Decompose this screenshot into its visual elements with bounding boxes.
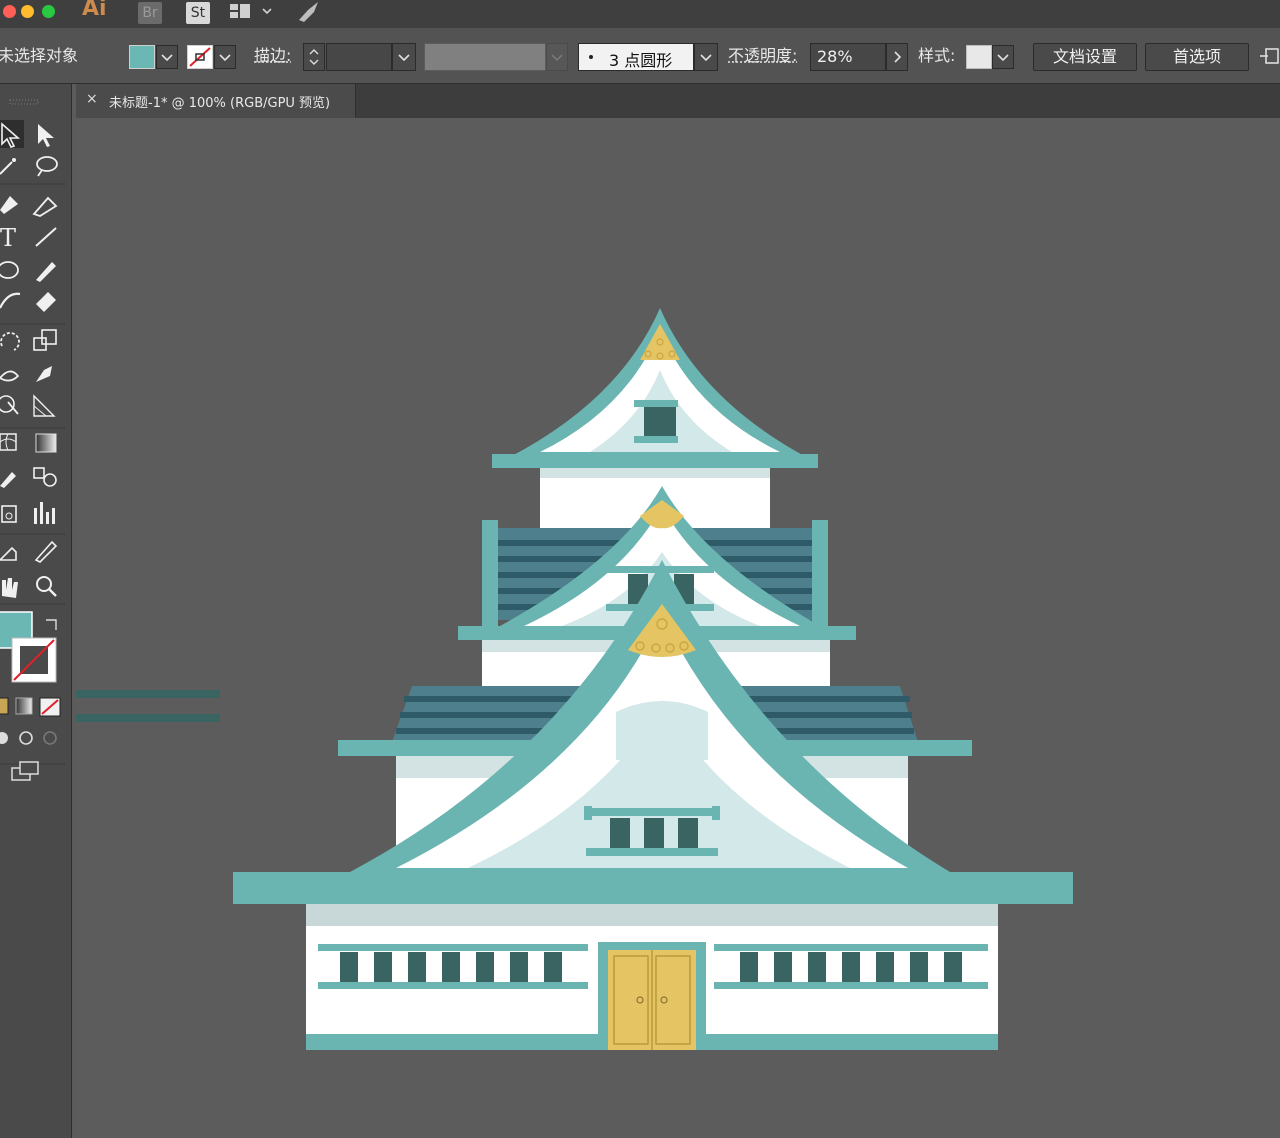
swap-fill-stroke-icon[interactable] [46,619,57,630]
tools-panel: T [0,84,72,1138]
stroke-weight-stepper[interactable] [303,43,325,71]
arrange-documents-icon[interactable] [1260,46,1280,68]
stepper-arrows-icon [309,49,319,65]
castle-illustration [76,308,1073,1050]
chevron-down-icon [551,54,563,62]
color-mode-color[interactable] [0,697,9,715]
ellipse-tool[interactable] [0,261,19,279]
symbol-sprayer-tool[interactable] [1,505,17,523]
chevron-down-icon [219,54,231,62]
document-tab[interactable]: × 未标题-1* @ 100% (RGB/GPU 预览) [76,84,356,118]
top-roof[interactable] [492,308,818,468]
graphic-style-swatch[interactable] [966,45,992,69]
fill-color-swatch[interactable] [129,45,155,69]
zoom-tool[interactable] [36,576,57,597]
shaper-tool[interactable] [0,292,21,309]
stroke-weight-field[interactable] [326,43,392,71]
preferences-button[interactable]: 首选项 [1145,43,1249,71]
stroke-weight-dropdown[interactable] [392,43,416,71]
color-mode-gradient[interactable] [15,697,33,715]
screen-mode-icon[interactable] [11,761,39,781]
fill-dropdown[interactable] [156,45,178,69]
castle-door[interactable] [598,942,706,1050]
brush-dot-icon [589,55,593,59]
ai-app-icon: Ai [82,0,107,21]
direct-selection-tool[interactable] [38,124,54,147]
selection-status: 未选择对象 [0,46,79,65]
blend-tool[interactable] [33,467,57,487]
stock-app-icon[interactable]: St [186,2,210,24]
lasso-tool[interactable] [36,156,58,177]
type-tool[interactable]: T [0,224,16,252]
column-graph-tool[interactable] [34,502,55,524]
stroke-color-swatch[interactable] [187,45,213,69]
eraser-tool[interactable] [36,292,56,312]
document-tab-bar: × 未标题-1* @ 100% (RGB/GPU 预览) [76,84,1280,118]
bridge-app-icon[interactable]: Br [138,2,162,24]
eyedropper-tool[interactable] [0,472,16,488]
artboard-tool[interactable] [0,546,17,561]
pen-tool[interactable] [0,196,18,214]
color-mode-buttons [0,697,61,717]
draw-normal-icon[interactable] [0,732,8,744]
svg-text:T: T [0,224,16,252]
scale-tool[interactable] [33,329,57,351]
variable-width-dropdown[interactable] [546,43,568,71]
slice-tool[interactable] [34,540,58,563]
style-label: 样式: [918,46,956,65]
draw-mode-buttons [0,731,57,745]
close-window-button[interactable] [3,5,16,18]
opacity-field[interactable]: 28% [810,43,886,71]
stock-app-label: St [190,5,206,21]
bridge-app-label: Br [142,5,158,21]
zoom-window-button[interactable] [42,5,55,18]
mesh-tool[interactable] [0,433,17,451]
gpu-performance-icon[interactable] [296,0,322,24]
stroke-dropdown[interactable] [214,45,236,69]
hand-tool[interactable] [2,578,18,598]
chevron-down-icon [997,54,1009,62]
stray-strokes[interactable] [76,690,220,722]
stroke-swatch-large[interactable] [11,637,57,683]
draw-behind-icon[interactable] [19,731,33,745]
perspective-grid-tool[interactable] [33,394,56,417]
puppet-warp-tool[interactable] [36,366,52,382]
shape-builder-tool[interactable] [0,395,19,415]
main-eave[interactable] [233,872,1073,904]
draw-inside-icon[interactable] [43,731,57,745]
right-window-row[interactable] [714,944,988,989]
panel-grip[interactable] [9,99,39,105]
document-setup-button[interactable]: 文档设置 [1033,43,1137,71]
chevron-down-icon [161,54,173,62]
gradient-tool[interactable] [35,433,57,453]
warp-tool[interactable] [0,370,20,382]
chevron-down-icon [700,54,712,62]
brush-definition[interactable]: 3 点圆形 [578,43,694,71]
app-bar: Ai Br St [0,0,1280,28]
graphic-style-dropdown[interactable] [992,45,1014,69]
brush-dropdown[interactable] [694,43,718,71]
workspace-switcher-icon[interactable] [230,2,274,22]
close-tab-button[interactable]: × [86,91,98,107]
opacity-label[interactable]: 不透明度: [728,46,797,66]
opacity-value: 28% [817,47,853,66]
variable-width-profile[interactable] [424,43,546,71]
opacity-slider-button[interactable] [886,43,908,71]
stroke-label[interactable]: 描边: [254,46,291,66]
document-tab-title: 未标题-1* @ 100% (RGB/GPU 预览) [109,96,331,111]
line-tool[interactable] [35,227,57,247]
magic-wand-tool[interactable] [0,158,16,175]
brush-name: 3 点圆形 [609,51,673,70]
no-stroke-icon [189,47,211,67]
paintbrush-tool[interactable] [36,262,56,282]
chevron-down-icon [398,54,410,62]
selection-tool[interactable] [0,120,24,148]
artboard-canvas[interactable] [76,118,1280,1138]
curvature-tool[interactable] [32,196,58,217]
minimize-window-button[interactable] [21,5,34,18]
rotate-tool[interactable] [0,332,20,351]
chevron-right-icon [894,51,902,63]
